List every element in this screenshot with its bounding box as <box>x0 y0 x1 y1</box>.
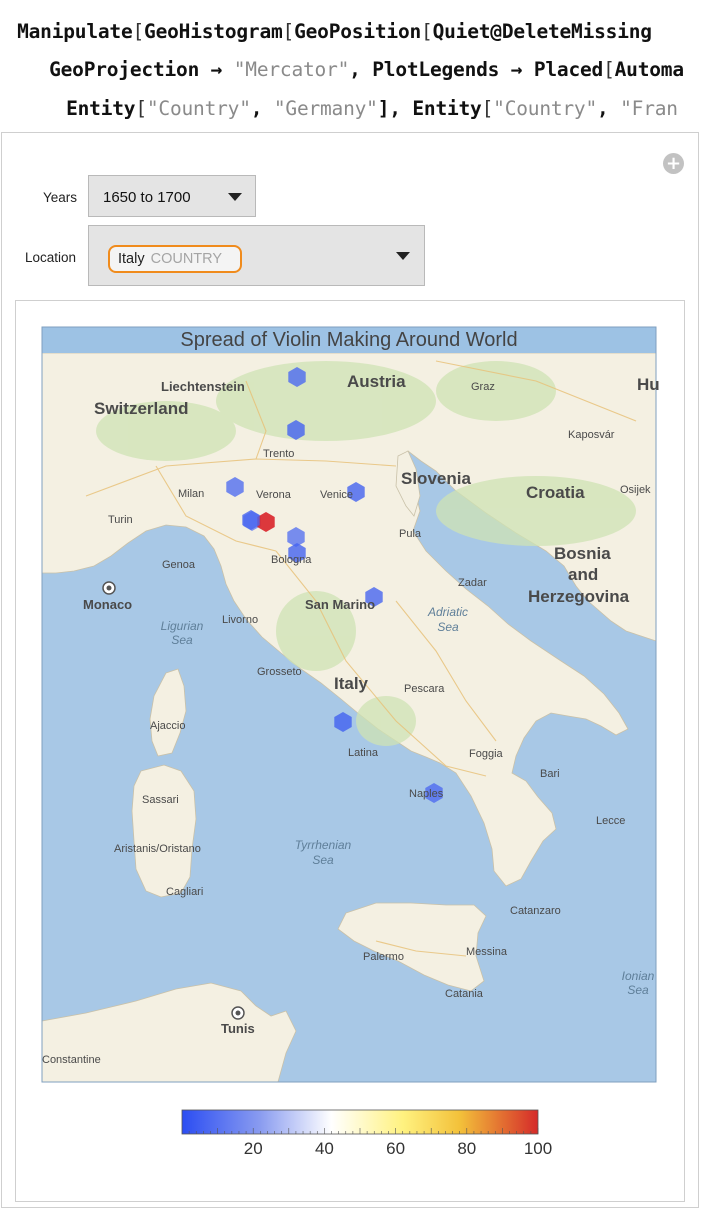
legend-tick-label: 60 <box>386 1139 405 1158</box>
entity-name: Italy <box>118 251 145 267</box>
code-token: Entity <box>412 97 482 120</box>
years-popup-menu[interactable]: 1650 to 1700 <box>88 175 256 217</box>
code-string: "Fran <box>620 97 678 120</box>
plot-frame: Spread of Violin Making Around World Aus… <box>15 300 685 1202</box>
plus-circle-icon[interactable]: + <box>663 153 684 174</box>
color-legend: 20 40 60 80 100 <box>181 1109 552 1158</box>
code-token: ], <box>377 97 413 120</box>
years-label: Years <box>43 190 78 205</box>
entity-type: COUNTRY <box>150 251 223 267</box>
code-string: "Country" <box>493 97 598 120</box>
location-popup-menu[interactable]: Italy COUNTRY <box>88 225 425 286</box>
code-token: , <box>597 97 621 120</box>
code-string: "Country" <box>146 97 251 120</box>
years-value: 1650 to 1700 <box>103 189 191 206</box>
manipulate-panel: + Years 1650 to 1700 Location Italy COUNT… <box>1 132 699 1208</box>
legend-tick-label: 20 <box>244 1139 263 1158</box>
entity-box[interactable]: Italy COUNTRY <box>108 245 242 273</box>
code-token: , <box>250 97 274 120</box>
legend-tick-label: 80 <box>457 1139 476 1158</box>
legend-tick-label: 100 <box>524 1139 552 1158</box>
chevron-down-icon <box>396 252 410 260</box>
code-line-3: Entity["Country", "Germany"], Entity["Co… <box>43 73 721 121</box>
chevron-down-icon <box>228 193 242 201</box>
code-string: "Germany" <box>273 97 378 120</box>
location-label: Location <box>25 250 77 265</box>
code-bracket: [ <box>481 97 494 120</box>
code-token: Entity <box>66 97 136 120</box>
legend-tick-label: 40 <box>315 1139 334 1158</box>
code-bracket: [ <box>135 97 147 120</box>
